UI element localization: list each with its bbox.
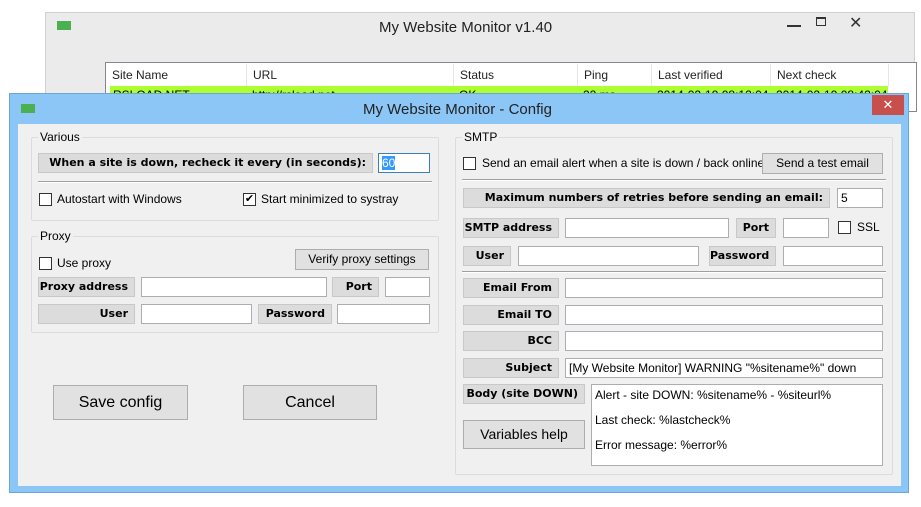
proxy-address-input[interactable] — [141, 277, 327, 297]
col-url[interactable]: URL — [247, 64, 454, 86]
body-line: Last check: %lastcheck% — [595, 413, 731, 427]
smtp-password-input[interactable] — [783, 246, 883, 266]
recheck-label: When a site is down, recheck it every (i… — [38, 153, 373, 173]
proxy-password-label: Password — [258, 304, 332, 324]
recheck-value: 60 — [382, 156, 396, 170]
email-to-input[interactable] — [565, 305, 883, 325]
config-window-title: My Website Monitor - Config — [363, 101, 552, 118]
autostart-checkbox[interactable] — [39, 193, 52, 206]
smtp-user-input[interactable] — [518, 246, 699, 266]
email-from-label: Email From — [463, 278, 559, 298]
bcc-input[interactable] — [565, 331, 883, 351]
minimized-checkbox[interactable]: ✔ — [243, 193, 256, 206]
send-test-email-button[interactable]: Send a test email — [762, 153, 883, 174]
main-window-title: My Website Monitor v1.40 — [379, 19, 553, 36]
separator — [38, 181, 432, 183]
smtp-port-input[interactable] — [783, 218, 829, 238]
config-window: My Website Monitor - Config ✕ Various Wh… — [9, 93, 909, 493]
col-status[interactable]: Status — [454, 64, 578, 86]
smtp-user-label: User — [463, 246, 511, 266]
body-line: Alert - site DOWN: %sitename% - %siteurl… — [595, 388, 832, 402]
body-textarea[interactable]: Alert - site DOWN: %sitename% - %siteurl… — [591, 384, 883, 466]
config-body: Various When a site is down, recheck it … — [18, 124, 901, 486]
subject-label: Subject — [463, 358, 559, 378]
minimized-label: Start minimized to systray — [261, 192, 399, 206]
close-button[interactable]: ✕ — [849, 13, 862, 33]
proxy-group: Proxy Use proxy Verify proxy settings Pr… — [31, 229, 439, 333]
proxy-address-label: Proxy address — [38, 277, 135, 297]
proxy-user-label: User — [38, 304, 135, 324]
proxy-user-input[interactable] — [141, 304, 252, 324]
smtp-password-label: Password — [709, 246, 776, 266]
use-proxy-checkbox[interactable] — [39, 257, 52, 270]
email-to-label: Email TO — [463, 305, 559, 325]
maximize-button[interactable] — [816, 17, 826, 26]
body-label: Body (site DOWN) — [463, 384, 585, 404]
proxy-port-label: Port — [332, 277, 379, 297]
autostart-label: Autostart with Windows — [57, 192, 182, 206]
ssl-label: SSL — [857, 220, 880, 234]
send-alert-checkbox[interactable] — [463, 157, 476, 170]
cancel-button[interactable]: Cancel — [243, 385, 377, 420]
col-last-verified[interactable]: Last verified — [652, 64, 771, 86]
save-config-button[interactable]: Save config — [53, 385, 188, 420]
smtp-port-label: Port — [736, 218, 776, 238]
verify-proxy-button[interactable]: Verify proxy settings — [295, 249, 429, 270]
variables-help-button[interactable]: Variables help — [463, 420, 585, 449]
smtp-legend: SMTP — [462, 130, 500, 144]
smtp-address-label: SMTP address — [463, 218, 559, 238]
send-alert-label: Send an email alert when a site is down … — [482, 156, 765, 170]
smtp-group: SMTP Send an email alert when a site is … — [455, 130, 893, 475]
app-icon — [57, 21, 71, 30]
col-site-name[interactable]: Site Name — [106, 64, 247, 86]
retries-input[interactable]: 5 — [837, 188, 883, 208]
retries-label: Maximum numbers of retries before sendin… — [463, 188, 830, 208]
proxy-password-input[interactable] — [337, 304, 430, 324]
app-icon — [21, 104, 35, 113]
subject-input[interactable]: [My Website Monitor] WARNING "%sitename%… — [565, 358, 883, 378]
col-ping[interactable]: Ping — [578, 64, 652, 86]
col-next-check[interactable]: Next check — [771, 64, 889, 86]
minimize-button[interactable] — [787, 15, 801, 27]
email-from-input[interactable] — [565, 278, 883, 298]
close-button[interactable]: ✕ — [872, 95, 904, 115]
smtp-address-input[interactable] — [565, 218, 729, 238]
recheck-input[interactable]: 60 — [378, 153, 430, 173]
ssl-checkbox[interactable] — [838, 221, 851, 234]
body-line: Error message: %error% — [595, 438, 728, 452]
bcc-label: BCC — [463, 331, 559, 351]
proxy-legend: Proxy — [38, 229, 73, 243]
use-proxy-label: Use proxy — [57, 256, 112, 270]
separator — [462, 179, 886, 181]
various-legend: Various — [38, 130, 82, 144]
main-window: My Website Monitor v1.40 ✕ Site Name URL… — [45, 12, 917, 112]
separator — [462, 271, 886, 273]
various-group: Various When a site is down, recheck it … — [31, 130, 439, 221]
proxy-port-input[interactable] — [385, 277, 430, 297]
